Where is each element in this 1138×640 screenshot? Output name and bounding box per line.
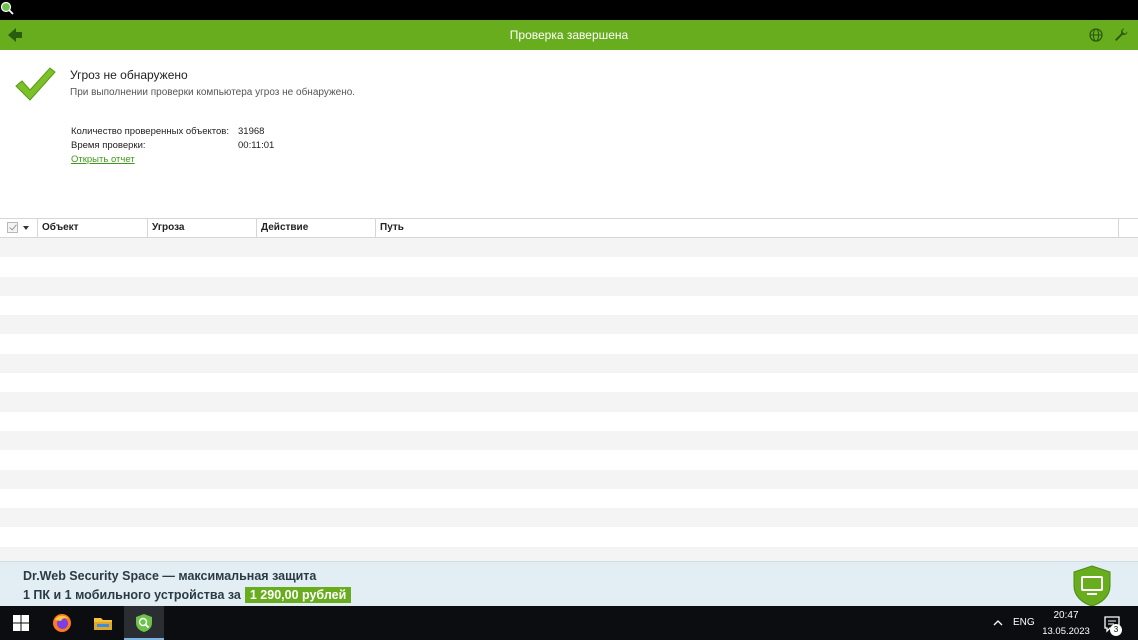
table-row — [0, 238, 1138, 258]
clock-time[interactable]: 20:47 — [1043, 610, 1089, 621]
chevron-down-icon[interactable] — [23, 226, 29, 230]
table-row — [0, 527, 1138, 546]
table-row — [0, 450, 1138, 469]
checkmark-icon — [15, 67, 56, 101]
firefox-icon[interactable] — [51, 612, 73, 634]
promo-banner[interactable]: Dr.Web Security Space — максимальная защ… — [0, 561, 1138, 607]
promo-line-1: Dr.Web Security Space — максимальная защ… — [23, 569, 317, 583]
file-explorer-icon[interactable] — [92, 612, 114, 634]
table-row — [0, 315, 1138, 335]
globe-icon[interactable] — [1088, 27, 1104, 43]
open-report-link[interactable]: Открыть отчет — [71, 154, 135, 165]
table-row — [0, 276, 1138, 296]
table-row — [0, 373, 1138, 392]
select-all-checkbox[interactable] — [7, 222, 18, 233]
windows-start-icon[interactable] — [10, 612, 32, 634]
table-row — [0, 296, 1138, 315]
wrench-icon[interactable] — [1113, 27, 1129, 43]
scan-time-value: 00:11:01 — [238, 140, 275, 151]
promo-line-2: 1 ПК и 1 мобильного устройства за 1 290,0… — [23, 587, 352, 603]
table-row — [0, 353, 1138, 374]
column-header-threat[interactable]: Угроза — [148, 219, 257, 237]
table-row — [0, 489, 1138, 508]
notification-count-badge: 3 — [1110, 624, 1122, 636]
promo-price: 1 290,00 рублей — [244, 587, 352, 603]
table-row — [0, 334, 1138, 353]
scan-summary: Угроз не обнаружено При выполнении прове… — [0, 50, 1138, 218]
promo-line-2-text: 1 ПК и 1 мобильного устройства за — [23, 588, 241, 602]
select-all-column[interactable] — [0, 219, 38, 237]
table-header: Объект Угроза Действие Путь — [0, 219, 1138, 238]
threats-table: Объект Угроза Действие Путь — [0, 218, 1138, 561]
scanned-objects-label: Количество проверенных объектов: — [71, 126, 229, 137]
window-titlebar — [0, 0, 1138, 20]
table-row — [0, 412, 1138, 431]
header-scroll-gutter — [1118, 219, 1138, 238]
table-body — [0, 238, 1138, 561]
drweb-app-icon — [0, 1, 14, 15]
drweb-scanner-icon[interactable] — [133, 612, 155, 634]
column-header-path[interactable]: Путь — [376, 219, 1118, 237]
header-bar: Проверка завершена — [0, 20, 1138, 50]
table-row — [0, 392, 1138, 412]
result-title: Угроз не обнаружено — [70, 68, 188, 82]
scanned-objects-value: 31968 — [238, 126, 265, 137]
result-subtitle: При выполнении проверки компьютера угроз… — [70, 87, 356, 98]
table-row — [0, 546, 1138, 561]
taskbar: ENG 20:47 13.05.2023 3 — [0, 606, 1138, 640]
scan-time-label: Время проверки: — [71, 140, 146, 151]
table-row — [0, 469, 1138, 489]
language-indicator[interactable]: ENG — [1013, 617, 1035, 628]
clock-date[interactable]: 13.05.2023 — [1040, 626, 1092, 637]
chevron-up-icon[interactable] — [992, 617, 1004, 629]
table-row — [0, 508, 1138, 528]
column-header-action[interactable]: Действие — [257, 219, 376, 237]
page-title: Проверка завершена — [509, 28, 629, 42]
table-row — [0, 257, 1138, 276]
table-row — [0, 430, 1138, 451]
column-header-object[interactable]: Объект — [38, 219, 148, 237]
shield-monitor-icon — [1073, 565, 1111, 607]
